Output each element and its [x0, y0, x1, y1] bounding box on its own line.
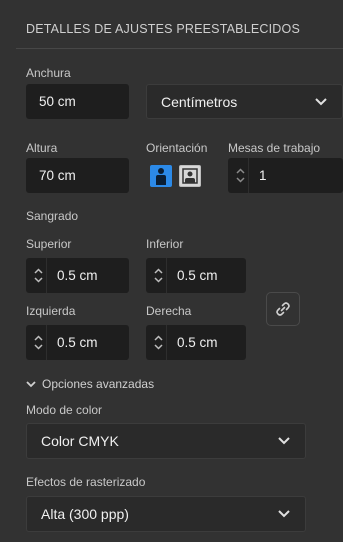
chevron-down-icon: [278, 437, 290, 445]
color-mode-value: Color CMYK: [41, 433, 119, 449]
orientation-label: Orientación: [146, 141, 208, 155]
stepper-arrows-icon[interactable]: [150, 325, 167, 360]
bleed-top-value: 0.5 cm: [57, 268, 98, 283]
height-value: 70 cm: [39, 168, 76, 183]
unit-dropdown[interactable]: Centímetros: [146, 84, 343, 119]
stepper-arrows-icon[interactable]: [30, 258, 47, 293]
bleed-left-value: 0.5 cm: [57, 335, 98, 350]
chevron-down-icon: [278, 510, 290, 518]
bleed-top-label: Superior: [26, 237, 72, 251]
title-divider: [16, 48, 343, 49]
artboards-stepper[interactable]: 1: [228, 158, 343, 193]
bleed-left-label: Izquierda: [26, 304, 76, 318]
raster-effects-dropdown[interactable]: Alta (300 ppp): [26, 496, 306, 532]
bleed-right-value: 0.5 cm: [177, 335, 218, 350]
stepper-arrows-icon[interactable]: [150, 258, 167, 293]
landscape-icon: [182, 168, 198, 184]
color-mode-dropdown[interactable]: Color CMYK: [26, 423, 306, 459]
height-input[interactable]: 70 cm: [26, 158, 129, 193]
preset-details-panel: DETALLES DE AJUSTES PREESTABLECIDOS Anch…: [0, 0, 343, 542]
chevron-down-icon: [26, 380, 36, 387]
raster-effects-value: Alta (300 ppp): [41, 506, 129, 522]
portrait-icon: [156, 168, 166, 185]
bleed-top-stepper[interactable]: 0.5 cm: [26, 258, 129, 293]
unit-value: Centímetros: [161, 93, 238, 110]
width-value: 50 cm: [39, 94, 76, 109]
bleed-bottom-label: Inferior: [146, 237, 184, 251]
width-label: Anchura: [26, 66, 71, 80]
width-input[interactable]: 50 cm: [26, 84, 129, 119]
stepper-arrows-icon[interactable]: [30, 325, 47, 360]
raster-effects-label: Efectos de rasterizado: [26, 475, 146, 489]
color-mode-label: Modo de color: [26, 403, 103, 417]
panel-title: DETALLES DE AJUSTES PREESTABLECIDOS: [26, 22, 300, 36]
orientation-portrait-button[interactable]: [150, 165, 172, 187]
link-bleed-button[interactable]: [266, 292, 300, 326]
bleed-right-stepper[interactable]: 0.5 cm: [146, 325, 246, 360]
bleed-bottom-stepper[interactable]: 0.5 cm: [146, 258, 246, 293]
bleed-label: Sangrado: [26, 209, 79, 223]
link-icon: [276, 302, 290, 316]
advanced-options-toggle[interactable]: Opciones avanzadas: [26, 377, 154, 391]
artboards-value: 1: [259, 168, 267, 183]
chevron-down-icon: [315, 97, 327, 105]
orientation-landscape-button[interactable]: [179, 165, 201, 187]
stepper-arrows-icon[interactable]: [232, 158, 249, 193]
bleed-bottom-value: 0.5 cm: [177, 268, 218, 283]
artboards-label: Mesas de trabajo: [228, 141, 321, 155]
advanced-options-label: Opciones avanzadas: [42, 377, 155, 391]
bleed-right-label: Derecha: [146, 304, 192, 318]
bleed-left-stepper[interactable]: 0.5 cm: [26, 325, 129, 360]
height-label: Altura: [26, 141, 58, 155]
